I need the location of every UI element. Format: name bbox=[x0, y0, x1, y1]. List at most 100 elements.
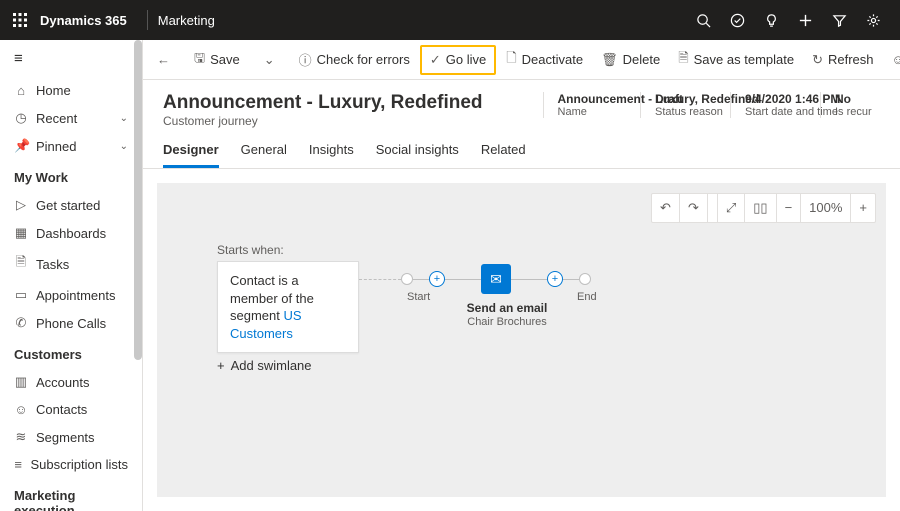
canvas-toolbar: ↶ ↷ ⤢ ▯▯ − 100% + bbox=[651, 193, 876, 223]
nav-label: Contacts bbox=[36, 402, 87, 417]
expand-button[interactable]: ⤢ bbox=[718, 194, 745, 222]
add-node-button[interactable]: + bbox=[429, 271, 445, 287]
undo-button[interactable]: ↶ bbox=[652, 194, 680, 222]
header-field-start: 9/4/2020 1:46 PM Start date and time bbox=[730, 92, 790, 118]
lightbulb-icon[interactable] bbox=[764, 13, 798, 28]
nav-subscription-lists[interactable]: ≡Subscription lists bbox=[0, 451, 142, 478]
field-label: Is recur bbox=[835, 106, 866, 118]
back-button[interactable]: ← bbox=[149, 47, 178, 72]
arrow-left-icon: ← bbox=[157, 52, 170, 67]
clipboard-icon: 🗎 bbox=[14, 253, 28, 275]
connector bbox=[359, 279, 401, 280]
save-template-button[interactable]: 🗎 Save as template bbox=[670, 44, 802, 76]
refresh-icon: ↻ bbox=[812, 52, 823, 68]
add-swimlane-label: Add swimlane bbox=[231, 358, 312, 373]
tab-insights[interactable]: Insights bbox=[309, 134, 354, 168]
connector bbox=[563, 279, 579, 280]
main-area: ← 🖫 Save ⌄ ⓘCheck for errors ✓Go live 🗋De… bbox=[143, 40, 900, 511]
nav-dashboards[interactable]: ▦Dashboards bbox=[0, 219, 142, 247]
scrollbar[interactable] bbox=[134, 40, 142, 360]
add-swimlane-button[interactable]: +Add swimlane bbox=[217, 358, 312, 373]
header-field-name: Announcement - Luxury, Redefined Name bbox=[543, 92, 610, 118]
nav-label: Segments bbox=[36, 430, 95, 445]
tab-social-insights[interactable]: Social insights bbox=[376, 134, 459, 168]
save-icon: 🖫 bbox=[194, 49, 205, 71]
cmd-label: Refresh bbox=[828, 52, 874, 67]
nav-contacts[interactable]: ☺Contacts bbox=[0, 396, 142, 423]
tab-related[interactable]: Related bbox=[481, 134, 526, 168]
calendar-icon: ▭ bbox=[14, 287, 28, 303]
nav-home[interactable]: ⌂Home bbox=[0, 77, 142, 104]
designer-wrapper: ↶ ↷ ⤢ ▯▯ − 100% + Starts when: Contact i… bbox=[143, 169, 900, 511]
go-live-button[interactable]: ✓Go live bbox=[420, 45, 496, 75]
clock-icon: ◷ bbox=[14, 110, 28, 126]
deactivate-button[interactable]: 🗋Deactivate bbox=[498, 44, 591, 76]
command-bar: ← 🖫 Save ⌄ ⓘCheck for errors ✓Go live 🗋De… bbox=[143, 40, 900, 80]
redo-button[interactable]: ↷ bbox=[680, 194, 708, 222]
nav-segments[interactable]: ≋ Segments bbox=[0, 423, 142, 451]
refresh-button[interactable]: ↻ Refresh bbox=[804, 47, 881, 73]
zoom-out-button[interactable]: − bbox=[777, 194, 802, 222]
zoom-in-button[interactable]: + bbox=[851, 194, 875, 222]
nav-pinned[interactable]: 📌Pinned⌄ bbox=[0, 132, 142, 160]
gear-icon[interactable] bbox=[866, 13, 900, 28]
field-label: Start date and time bbox=[745, 106, 776, 118]
segments-icon: ≋ bbox=[14, 429, 28, 445]
building-icon: ▥ bbox=[14, 374, 28, 390]
task-icon[interactable] bbox=[730, 13, 764, 28]
nav-appointments[interactable]: ▭Appointments bbox=[0, 281, 142, 309]
nav-recent[interactable]: ◷Recent⌄ bbox=[0, 104, 142, 132]
collapse-nav-icon[interactable]: ≡ bbox=[0, 40, 142, 77]
delete-button[interactable]: 🗑Delete bbox=[593, 47, 668, 73]
person-icon: ☺ bbox=[892, 52, 900, 67]
home-icon: ⌂ bbox=[14, 83, 28, 98]
trash-icon: 🗑 bbox=[601, 52, 618, 68]
chevron-down-button[interactable]: ⌄ bbox=[256, 47, 283, 73]
field-label: Status reason bbox=[655, 106, 686, 118]
add-icon[interactable] bbox=[798, 13, 832, 28]
nav-label: Get started bbox=[36, 198, 100, 213]
brand-label: Dynamics 365 bbox=[40, 13, 137, 28]
assign-button[interactable]: ☺Assign bbox=[884, 47, 900, 72]
starts-when-label: Starts when: bbox=[217, 243, 284, 257]
filter-icon[interactable] bbox=[832, 13, 866, 28]
separator bbox=[708, 194, 718, 222]
cmd-label: Save bbox=[210, 52, 240, 67]
field-value: Announcement - Luxury, Redefined bbox=[558, 92, 596, 106]
cmd-label: Save as template bbox=[694, 52, 794, 67]
tab-general[interactable]: General bbox=[241, 134, 287, 168]
app-launcher-icon[interactable] bbox=[0, 13, 40, 27]
separator bbox=[147, 10, 148, 30]
nav-accounts[interactable]: ▥ Accounts bbox=[0, 368, 142, 396]
start-node[interactable] bbox=[401, 273, 413, 285]
field-value: Draft bbox=[655, 92, 686, 106]
chevron-down-icon: ⌄ bbox=[120, 141, 128, 152]
nav-label: Dashboards bbox=[36, 226, 106, 241]
check-circle-icon: ✓ bbox=[430, 52, 441, 68]
zoom-level: 100% bbox=[801, 194, 851, 222]
end-node[interactable] bbox=[579, 273, 591, 285]
start-label: Start bbox=[407, 291, 430, 303]
field-value: 9/4/2020 1:46 PM bbox=[745, 92, 776, 106]
nav-get-started[interactable]: ▷Get started bbox=[0, 191, 142, 219]
page-header: Announcement - Luxury, Redefined Custome… bbox=[143, 80, 900, 134]
nav-tasks[interactable]: 🗎Tasks bbox=[0, 247, 142, 281]
info-icon: ⓘ bbox=[299, 50, 312, 69]
nav-label: Pinned bbox=[36, 139, 76, 154]
tab-designer[interactable]: Designer bbox=[163, 134, 219, 168]
email-node-subtitle: Chair Brochures bbox=[462, 316, 552, 328]
start-condition-card[interactable]: Contact is a member of the segment US Cu… bbox=[217, 261, 359, 353]
check-errors-button[interactable]: ⓘCheck for errors bbox=[291, 45, 418, 74]
email-node[interactable]: ✉ bbox=[481, 264, 511, 294]
nav-label: Subscription lists bbox=[30, 457, 128, 472]
template-icon: 🗎 bbox=[678, 49, 688, 71]
nav-label: Recent bbox=[36, 111, 77, 126]
save-button[interactable]: 🖫 Save bbox=[186, 44, 248, 76]
nav-phone-calls[interactable]: ✆Phone Calls bbox=[0, 309, 142, 337]
nav-label: Accounts bbox=[36, 375, 89, 390]
search-icon[interactable] bbox=[696, 13, 730, 28]
designer-canvas[interactable]: ↶ ↷ ⤢ ▯▯ − 100% + Starts when: Contact i… bbox=[157, 183, 886, 497]
add-node-button[interactable]: + bbox=[547, 271, 563, 287]
minimap-button[interactable]: ▯▯ bbox=[745, 194, 776, 222]
field-label: Name bbox=[558, 106, 596, 118]
